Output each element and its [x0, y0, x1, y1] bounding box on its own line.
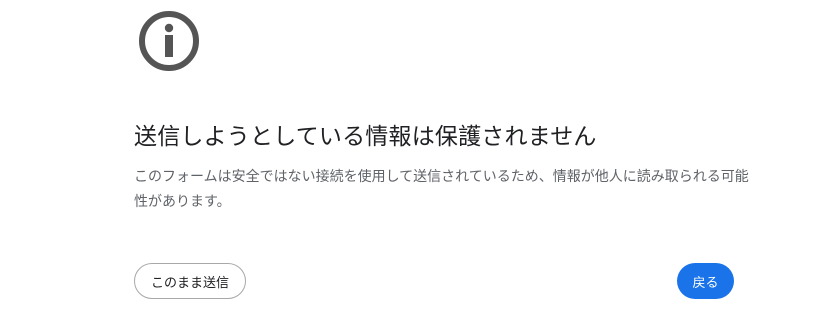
send-anyway-button[interactable]: このまま送信: [134, 263, 246, 299]
insecure-form-warning-page: 送信しようとしている情報は保護されません このフォームは安全ではない接続を使用し…: [0, 0, 823, 328]
warning-description: このフォームは安全ではない接続を使用して送信されているため、情報が他人に読み取ら…: [134, 169, 749, 210]
info-icon: [139, 11, 199, 71]
warning-title: 送信しようとしている情報は保護されません: [134, 124, 597, 150]
back-button[interactable]: 戻る: [677, 263, 734, 299]
